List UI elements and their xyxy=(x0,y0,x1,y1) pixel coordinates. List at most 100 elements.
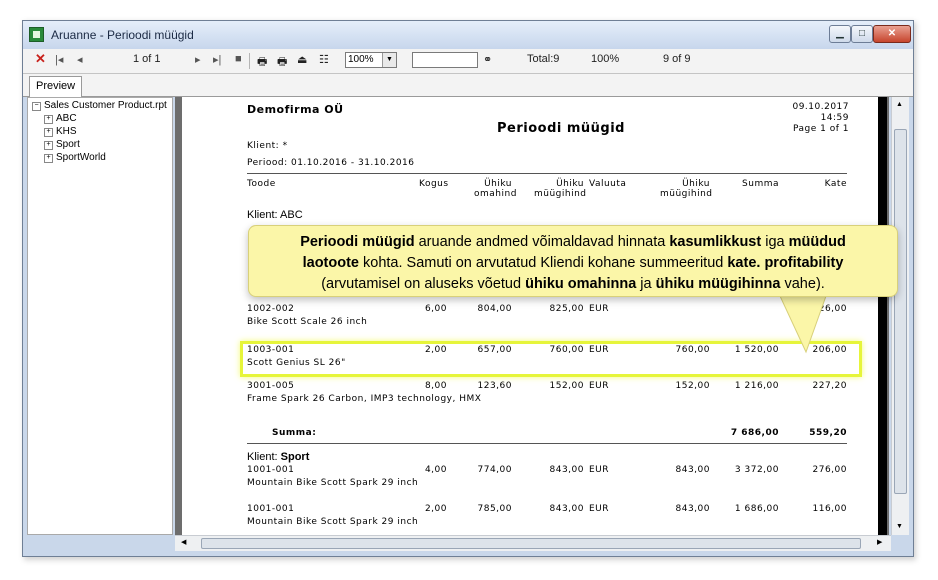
callout-bold: Perioodi müügid xyxy=(300,234,415,250)
close-report-icon[interactable]: ✕ xyxy=(35,51,46,67)
tree-item-label: SportWorld xyxy=(56,152,106,163)
prev-page-icon[interactable]: ◂ xyxy=(77,53,83,66)
minimize-button[interactable]: ▁ xyxy=(829,25,851,43)
col-currency: Valuuta xyxy=(589,179,627,189)
row-price-2: 843,00 xyxy=(675,504,710,514)
search-input[interactable] xyxy=(412,52,478,68)
row-sum: 1 686,00 xyxy=(734,504,779,514)
row-cost: 804,00 xyxy=(477,304,512,314)
row-sum: 1 216,00 xyxy=(734,381,779,391)
col-sum: Summa xyxy=(742,179,779,189)
expand-icon[interactable]: + xyxy=(44,115,53,124)
expand-icon[interactable]: + xyxy=(44,141,53,150)
window-title: Aruanne - Perioodi müügid xyxy=(51,28,194,42)
print-icon[interactable]: 🖶 xyxy=(257,53,267,72)
row-code: 3001-005 xyxy=(247,381,295,391)
percent-read: 100% xyxy=(591,53,620,65)
vertical-scrollbar[interactable]: ▲ ▼ xyxy=(891,97,909,535)
scroll-down-icon[interactable]: ▼ xyxy=(896,523,903,530)
report-time: 14:59 xyxy=(820,113,849,123)
row-currency: EUR xyxy=(589,504,610,514)
row-price-2: 152,00 xyxy=(675,381,710,391)
close-button[interactable]: ✕ xyxy=(873,25,911,43)
stop-icon[interactable]: ■ xyxy=(235,53,242,65)
zoom-select[interactable]: 100% ▼ xyxy=(345,52,397,68)
report-title: Perioodi müügid xyxy=(497,121,625,136)
tree-item-sportworld[interactable]: + SportWorld xyxy=(44,152,106,163)
row-name: Mountain Bike Scott Spark 29 inch xyxy=(247,478,419,488)
print-setup-icon[interactable]: 🖶 xyxy=(277,53,287,72)
row-cost: 123,60 xyxy=(477,381,512,391)
tree-item-label: KHS xyxy=(56,126,77,137)
scroll-left-icon[interactable]: ◀ xyxy=(181,538,186,546)
first-page-icon[interactable]: |◂ xyxy=(55,53,63,66)
tree-root-label: Sales Customer Product.rpt xyxy=(44,100,167,111)
row-currency: EUR xyxy=(589,465,610,475)
maximize-button[interactable]: □ xyxy=(851,25,873,43)
callout-line-2: laotoote kohta. Samuti on arvutatud Klie… xyxy=(249,253,897,274)
callout-text: vahe). xyxy=(780,276,825,292)
summa-label: Summa: xyxy=(272,428,317,438)
tree-root[interactable]: − Sales Customer Product.rpt xyxy=(32,100,167,111)
group-name: Sport xyxy=(280,451,310,463)
horizontal-scrollbar[interactable]: ◀ ▶ xyxy=(175,535,891,551)
tree-item-label: Sport xyxy=(56,139,80,150)
row-margin: 227,20 xyxy=(812,381,847,391)
binoculars-icon[interactable]: ⚭ xyxy=(483,53,492,66)
col-product: Toode xyxy=(247,179,276,189)
scroll-right-icon[interactable]: ▶ xyxy=(877,538,882,546)
row-code: 1002-002 xyxy=(247,304,295,314)
row-price: 825,00 xyxy=(549,304,584,314)
client-filter: Klient: * xyxy=(247,141,288,151)
tree-item-khs[interactable]: + KHS xyxy=(44,126,77,137)
row-name: Frame Spark 26 Carbon, IMP3 technology, … xyxy=(247,394,482,404)
row-code: 1001-001 xyxy=(247,465,295,475)
page-indicator: 1 of 1 xyxy=(133,53,161,65)
app-icon xyxy=(29,27,44,42)
tree-item-label: ABC xyxy=(56,113,77,124)
callout-bold: müüdud xyxy=(788,234,846,250)
row-price-2: 843,00 xyxy=(675,465,710,475)
row-margin: 126,00 xyxy=(812,304,847,314)
callout-bold: kate. profitability xyxy=(727,255,844,271)
scroll-up-icon[interactable]: ▲ xyxy=(896,101,903,108)
row-cost: 774,00 xyxy=(477,465,512,475)
callout-text: kohta. Samuti on arvutatud Kliendi kohan… xyxy=(359,255,728,271)
scroll-thumb[interactable] xyxy=(894,129,907,494)
hscroll-thumb[interactable] xyxy=(201,538,861,549)
row-price: 152,00 xyxy=(549,381,584,391)
row-price: 843,00 xyxy=(549,465,584,475)
row-price: 843,00 xyxy=(549,504,584,514)
collapse-icon[interactable]: − xyxy=(32,102,41,111)
tree-item-sport[interactable]: + Sport xyxy=(44,139,80,150)
callout-line-3: (arvutamisel on aluseks võetud ühiku oma… xyxy=(249,274,897,295)
title-bar: Aruanne - Perioodi müügid ▁ □ ✕ xyxy=(23,21,913,49)
expand-icon[interactable]: + xyxy=(44,154,53,163)
row-margin: 116,00 xyxy=(812,504,847,514)
row-currency: EUR xyxy=(589,381,610,391)
col-unit-price: Ühiku müügihind xyxy=(534,179,587,199)
expand-icon[interactable]: + xyxy=(44,128,53,137)
summa-margin: 559,20 xyxy=(809,428,847,438)
row-qty: 8,00 xyxy=(424,381,447,391)
tab-preview[interactable]: Preview xyxy=(29,76,83,97)
company-name: Demofirma OÜ xyxy=(247,103,344,116)
viewer-toolbar: ✕ |◂ ◂ 1 of 1 ▸ ▸| ■ 🖶 🖶 ⏏ ☷ 100% ▼ ⚭ To… xyxy=(23,49,913,74)
group-tree-icon[interactable]: ☷ xyxy=(319,53,329,66)
total-records: Total:9 xyxy=(527,53,560,65)
callout-text: (arvutamisel on aluseks võetud xyxy=(321,276,526,292)
tree-item-abc[interactable]: + ABC xyxy=(44,113,77,124)
row-currency: EUR xyxy=(589,304,610,314)
group-header-abc: Klient: ABC xyxy=(247,209,303,221)
callout-text: ja xyxy=(636,276,656,292)
report-date: 09.10.2017 xyxy=(792,102,849,112)
next-page-icon[interactable]: ▸ xyxy=(195,53,201,66)
report-preview: Demofirma OÜ 09.10.2017 14:59 Page 1 of … xyxy=(175,97,889,535)
last-page-icon[interactable]: ▸| xyxy=(213,53,221,66)
row-highlight xyxy=(240,341,862,377)
row-code: 1001-001 xyxy=(247,504,295,514)
col-margin: Kate xyxy=(824,179,847,189)
col-unit-price-2: Ühiku müügihind xyxy=(660,179,713,199)
group-header-sport: Klient: Sport xyxy=(247,451,309,463)
export-icon[interactable]: ⏏ xyxy=(297,53,307,66)
